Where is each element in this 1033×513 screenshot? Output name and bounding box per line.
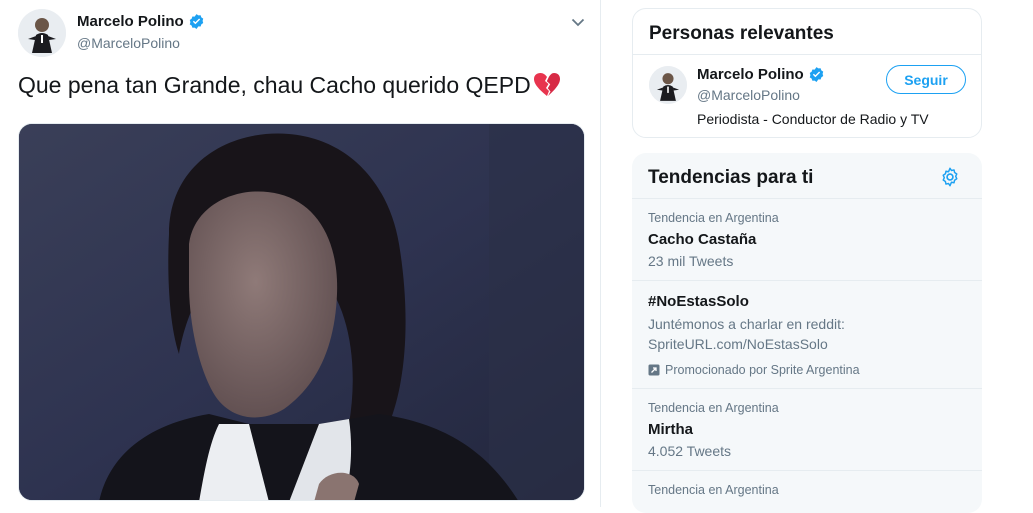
trend-item[interactable]: Tendencia en Argentina bbox=[648, 482, 966, 498]
verified-badge-icon bbox=[189, 14, 203, 29]
divider bbox=[632, 280, 982, 281]
trend-count: 23 mil Tweets bbox=[648, 253, 734, 269]
relevant-people-card: Personas relevantes Marcelo Polino @Marc… bbox=[632, 8, 982, 138]
person-name-label: Marcelo Polino bbox=[697, 66, 804, 83]
tweet: Marcelo Polino @MarceloPolino Que pena t… bbox=[0, 0, 601, 507]
trend-meta: Tendencia en Argentina bbox=[648, 211, 779, 225]
person-name[interactable]: Marcelo Polino bbox=[697, 66, 825, 83]
trend-name[interactable]: #NoEstasSolo bbox=[648, 292, 966, 312]
trend-name[interactable]: Mirtha bbox=[648, 420, 966, 440]
person-handle[interactable]: @MarceloPolino bbox=[697, 87, 800, 103]
person-avatar[interactable] bbox=[649, 66, 687, 104]
trends-title: Tendencias para ti bbox=[648, 167, 814, 188]
trend-item[interactable]: Tendencia en Argentina Cacho Castaña 23 … bbox=[648, 210, 966, 270]
promoted-text: Promocionado por Sprite Argentina bbox=[665, 363, 860, 377]
tweet-photo[interactable] bbox=[18, 123, 585, 501]
divider bbox=[632, 470, 982, 471]
trend-description-line[interactable]: SpriteURL.com/NoEstasSolo bbox=[648, 334, 966, 354]
broken-heart-icon bbox=[533, 73, 560, 96]
promoted-label: Promocionado por Sprite Argentina bbox=[648, 362, 966, 378]
relevant-people-title: Personas relevantes bbox=[649, 23, 834, 44]
person-bio: Periodista - Conductor de Radio y TV bbox=[697, 111, 929, 127]
promoted-icon bbox=[648, 364, 660, 376]
follow-button[interactable]: Seguir bbox=[886, 65, 966, 94]
trend-description-line: Juntémonos a charlar en reddit: bbox=[648, 316, 845, 332]
trends-card: Tendencias para ti Tendencia en Argentin… bbox=[632, 153, 982, 513]
author-avatar[interactable] bbox=[18, 9, 66, 57]
verified-badge-icon bbox=[809, 67, 823, 82]
divider bbox=[632, 198, 982, 199]
divider bbox=[633, 54, 981, 55]
trend-meta: Tendencia en Argentina bbox=[648, 401, 779, 415]
author-name[interactable]: Marcelo Polino bbox=[77, 13, 205, 30]
gear-icon[interactable] bbox=[939, 166, 961, 188]
tweet-text: Que pena tan Grande, chau Cacho querido … bbox=[18, 71, 561, 99]
chevron-down-icon[interactable] bbox=[570, 14, 586, 30]
author-handle[interactable]: @MarceloPolino bbox=[77, 35, 180, 51]
trend-item[interactable]: Tendencia en Argentina Mirtha 4.052 Twee… bbox=[648, 400, 966, 460]
tweet-text-content: Que pena tan Grande, chau Cacho querido … bbox=[18, 72, 531, 98]
trend-item-promoted[interactable]: #NoEstasSolo Juntémonos a charlar en red… bbox=[648, 292, 966, 378]
trend-meta: Tendencia en Argentina bbox=[648, 483, 779, 497]
divider bbox=[632, 388, 982, 389]
trend-name[interactable]: Cacho Castaña bbox=[648, 230, 966, 250]
author-name-label: Marcelo Polino bbox=[77, 13, 184, 30]
trend-count: 4.052 Tweets bbox=[648, 443, 732, 459]
